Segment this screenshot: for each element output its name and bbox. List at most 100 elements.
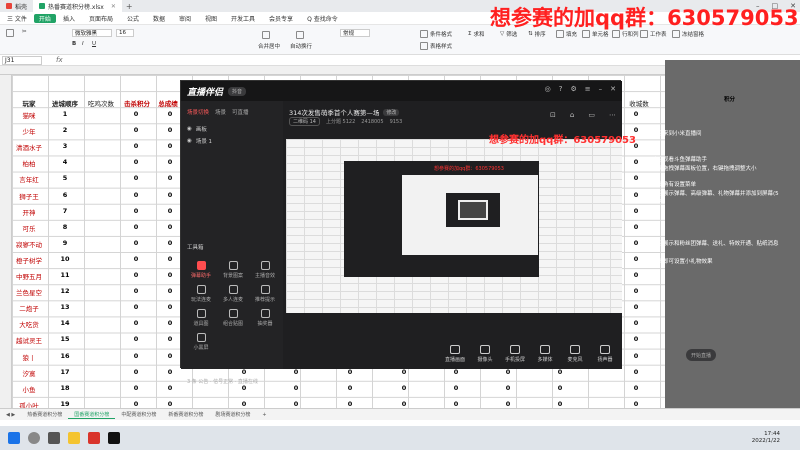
live-companion-icon[interactable] — [108, 432, 120, 444]
player-name-cell[interactable]: 大吃货 — [14, 319, 44, 329]
command-search[interactable]: Q 查找命令 — [300, 12, 345, 25]
score-cell[interactable]: 0 — [160, 384, 180, 392]
qrcode-pill[interactable]: 二维码 14 — [289, 117, 320, 126]
live-preview[interactable]: 想参赛的加qq群：630579053 — [286, 139, 622, 313]
score-cell[interactable]: 0 — [160, 303, 180, 311]
entry-order-cell[interactable]: 11 — [48, 271, 82, 279]
sheet-tab[interactable]: 剧场赛道积分榜 — [209, 411, 256, 418]
player-name-cell[interactable]: 中野五月 — [14, 271, 44, 281]
player-name-cell[interactable]: 言年红 — [14, 174, 44, 184]
score-cell[interactable]: 0 — [160, 352, 180, 360]
windows-start-icon[interactable] — [8, 432, 20, 444]
score-cell[interactable]: 0 — [126, 158, 146, 166]
minimize-icon[interactable]: – — [599, 85, 603, 93]
tool-lottery[interactable]: 抽奖器 — [249, 309, 281, 327]
score-cell[interactable]: 0 — [340, 384, 360, 392]
player-name-cell[interactable]: 可乐 — [14, 223, 44, 233]
scene-item[interactable]: ◉ 场景 1 — [181, 135, 283, 147]
player-name-cell[interactable]: 猫咪 — [14, 110, 44, 120]
number-format-select[interactable]: 常规 — [340, 29, 370, 37]
player-name-cell[interactable]: 橙子树学 — [14, 255, 44, 265]
score-cell[interactable]: 0 — [160, 319, 180, 327]
score-cell[interactable]: 0 — [626, 110, 646, 118]
conditional-format-button[interactable]: 条件格式 — [420, 30, 452, 38]
sheet-nav-icon[interactable]: ◀ ▶ — [0, 412, 21, 418]
source-media[interactable]: 多媒体 — [535, 345, 555, 363]
menu-view[interactable]: 视图 — [198, 12, 224, 25]
score-cell[interactable]: 0 — [160, 207, 180, 215]
entry-order-cell[interactable]: 14 — [48, 319, 82, 327]
score-cell[interactable]: 0 — [126, 287, 146, 295]
score-cell[interactable]: 0 — [626, 303, 646, 311]
score-cell[interactable]: 0 — [626, 287, 646, 295]
menu-dev[interactable]: 开发工具 — [224, 12, 262, 25]
menu-icon[interactable]: ≡ — [585, 85, 591, 93]
score-cell[interactable]: 0 — [160, 142, 180, 150]
entry-order-cell[interactable]: 3 — [48, 142, 82, 150]
menu-data[interactable]: 数据 — [146, 12, 172, 25]
menu-home[interactable]: 开始 — [33, 13, 56, 23]
score-cell[interactable]: 0 — [126, 239, 146, 247]
score-cell[interactable]: 0 — [160, 271, 180, 279]
menu-review[interactable]: 审阅 — [172, 12, 198, 25]
headset-icon[interactable]: ◎ — [545, 85, 551, 93]
player-name-cell[interactable]: 狮子王 — [14, 191, 44, 201]
entry-order-cell[interactable]: 10 — [48, 255, 82, 263]
score-cell[interactable]: 0 — [126, 384, 146, 392]
entry-order-cell[interactable]: 7 — [48, 207, 82, 215]
tool-black-screen[interactable]: 小黑屏 — [185, 333, 217, 351]
entry-order-cell[interactable]: 19 — [48, 400, 82, 408]
score-cell[interactable]: 0 — [126, 368, 146, 376]
score-cell[interactable]: 0 — [160, 191, 180, 199]
score-cell[interactable]: 0 — [126, 207, 146, 215]
fx-icon[interactable]: fx — [56, 56, 63, 64]
paste-button[interactable] — [6, 29, 14, 37]
sum-button[interactable]: Σ 求和 — [468, 30, 485, 38]
wrap-button[interactable] — [296, 31, 304, 39]
score-cell[interactable]: 0 — [340, 400, 360, 408]
entry-order-cell[interactable]: 4 — [48, 158, 82, 166]
score-cell[interactable]: 0 — [550, 400, 570, 408]
clock[interactable]: 17:44 2022/1/22 — [752, 431, 780, 445]
tool-sticker[interactable]: 组合贴图 — [217, 309, 249, 327]
player-name-cell[interactable]: 二炮子 — [14, 303, 44, 313]
entry-order-cell[interactable]: 17 — [48, 368, 82, 376]
entry-order-cell[interactable]: 15 — [48, 335, 82, 343]
tool-background[interactable]: 背景图案 — [217, 261, 249, 279]
score-cell[interactable]: 0 — [234, 400, 254, 408]
player-name-cell[interactable]: 少年 — [14, 126, 44, 136]
close-icon[interactable]: ✕ — [610, 85, 616, 93]
score-cell[interactable]: 0 — [160, 158, 180, 166]
score-cell[interactable]: 0 — [626, 400, 646, 408]
tool-sound[interactable]: 主播音效 — [249, 261, 281, 279]
tab-daoke[interactable]: 稻壳 — [0, 0, 33, 12]
header-total[interactable]: 总成绩 — [156, 96, 180, 110]
more-icon[interactable]: ⋯ — [609, 111, 616, 119]
sheet-tab[interactable]: 中配赛道积分榜 — [115, 411, 162, 418]
edit-title-button[interactable]: 修改 — [383, 108, 400, 116]
explorer-icon[interactable] — [68, 432, 80, 444]
tool-props[interactable]: 道具图 — [185, 309, 217, 327]
entry-order-cell[interactable]: 1 — [48, 110, 82, 118]
header-player[interactable]: 玩家 — [14, 96, 44, 110]
header-extra[interactable]: 收城数 — [624, 96, 654, 110]
eye-icon[interactable]: ◉ — [187, 126, 192, 132]
task-view-icon[interactable] — [48, 432, 60, 444]
entry-order-cell[interactable]: 9 — [48, 239, 82, 247]
name-box[interactable]: J31 — [2, 55, 42, 65]
score-cell[interactable]: 0 — [126, 255, 146, 263]
platform-badge[interactable]: 抖音 — [228, 86, 247, 96]
tab-spreadsheet[interactable]: 热番赛道积分榜.xlsx ✕ — [33, 0, 122, 12]
player-name-cell[interactable]: 开神 — [14, 207, 44, 217]
sheet-tab[interactable]: 热番赛道积分榜 — [21, 411, 68, 418]
sheet-tab-active[interactable]: 国番赛道积分榜 — [68, 411, 116, 419]
tool-pk[interactable]: 玩法连麦 — [185, 285, 217, 303]
score-cell[interactable]: 0 — [160, 335, 180, 343]
entry-order-cell[interactable]: 16 — [48, 352, 82, 360]
eye-icon[interactable]: ◉ — [187, 138, 192, 144]
tool-tips[interactable]: 推荐提示 — [249, 285, 281, 303]
share-icon[interactable]: ⌂ — [570, 111, 574, 119]
tool-multi[interactable]: 多人连麦 — [217, 285, 249, 303]
score-cell[interactable]: 0 — [160, 255, 180, 263]
header-kills[interactable]: 击杀积分 — [122, 96, 152, 110]
